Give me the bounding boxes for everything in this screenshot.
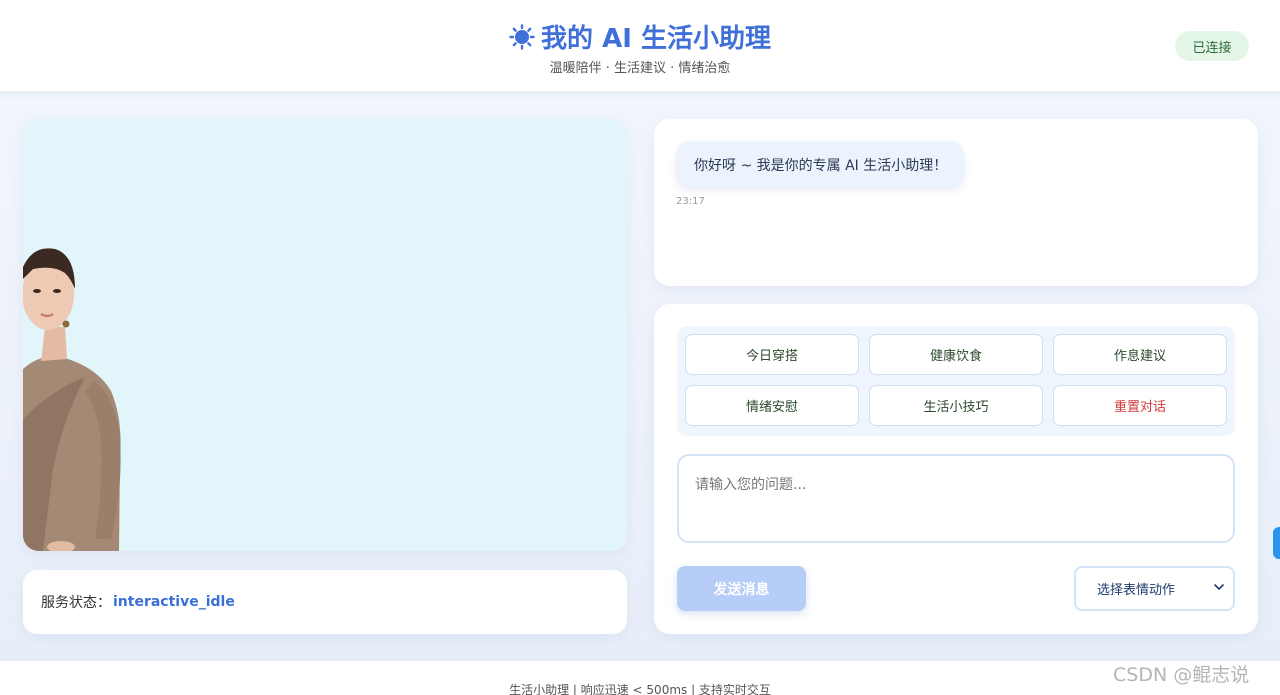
watermark: CSDN @鲲志说: [1113, 664, 1250, 686]
emotion-action-select[interactable]: 选择表情动作: [1074, 566, 1235, 611]
quick-action-schedule-button[interactable]: 作息建议: [1053, 334, 1227, 375]
connection-status-badge: 已连接: [1175, 31, 1249, 61]
app-title: 我的 AI 生活小助理: [0, 18, 1280, 55]
side-floating-tab[interactable]: [1273, 527, 1280, 559]
message-input[interactable]: [677, 454, 1235, 543]
quick-action-diet-button[interactable]: 健康饮食: [869, 334, 1043, 375]
assistant-message-bubble: 你好呀 ~ 我是你的专属 AI 生活小助理！: [676, 141, 964, 188]
send-message-button[interactable]: 发送消息: [677, 566, 806, 611]
control-panel: 今日穿搭 健康饮食 作息建议 情绪安慰 生活小技巧 重置对话 发送消息 选择表情…: [654, 304, 1258, 634]
quick-action-outfit-button[interactable]: 今日穿搭: [685, 334, 859, 375]
message-timestamp: 23:17: [676, 196, 705, 207]
digital-human-avatar: [23, 248, 121, 551]
service-status-panel: 服务状态： interactive_idle: [23, 570, 627, 634]
chevron-down-icon: [1214, 584, 1224, 590]
app-title-text: 我的 AI 生活小助理: [541, 24, 771, 54]
digital-human-view: [23, 119, 627, 551]
app-header: 我的 AI 生活小助理 温暖陪伴 · 生活建议 · 情绪治愈 已连接: [0, 0, 1280, 91]
footer-text: 生活小助理 | 响应迅速 < 500ms | 支持实时交互: [509, 683, 771, 695]
sun-icon: [509, 23, 535, 50]
chat-history-panel[interactable]: 你好呀 ~ 我是你的专属 AI 生活小助理！ 23:17: [654, 119, 1258, 286]
reset-conversation-button[interactable]: 重置对话: [1053, 385, 1227, 426]
emotion-select-value: 选择表情动作: [1097, 583, 1176, 598]
app-footer: 生活小助理 | 响应迅速 < 500ms | 支持实时交互: [0, 661, 1280, 695]
app-subtitle: 温暖陪伴 · 生活建议 · 情绪治愈: [549, 61, 731, 76]
service-status-label: 服务状态：: [41, 595, 111, 611]
service-status-value: interactive_idle: [113, 594, 235, 610]
quick-action-tips-button[interactable]: 生活小技巧: [869, 385, 1043, 426]
quick-actions-grid: 今日穿搭 健康饮食 作息建议 情绪安慰 生活小技巧 重置对话: [677, 326, 1235, 436]
quick-action-comfort-button[interactable]: 情绪安慰: [685, 385, 859, 426]
